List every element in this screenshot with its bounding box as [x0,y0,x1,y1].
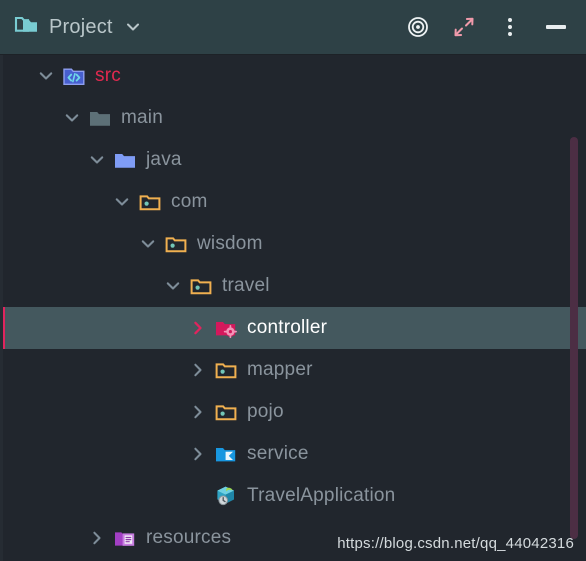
tree-row-wisdom[interactable]: wisdom [0,223,586,265]
minimize-icon[interactable] [544,15,568,39]
resource-root-icon [113,526,137,550]
source-root-folder-icon [62,64,86,88]
tree-row-src[interactable]: src [0,55,586,97]
tree-row-java[interactable]: java [0,139,586,181]
tree-row-service[interactable]: service [0,433,586,475]
options-kebab-icon[interactable] [498,15,522,39]
tool-window-toolbar [406,15,586,39]
tree-row-label: TravelApplication [247,485,396,506]
project-tool-window: Project src main java com wisdom travel … [0,0,586,561]
chevron-down-icon[interactable] [112,192,132,212]
tree-row-label: service [247,443,309,464]
chevron-down-icon[interactable] [36,66,56,86]
page-title: Project [49,15,113,38]
package-folder-icon [214,358,238,382]
tree-row-label: resources [146,527,232,548]
tree-row-label: wisdom [197,233,263,254]
collapse-all-icon[interactable] [452,15,476,39]
tool-window-title-group[interactable]: Project [0,13,144,42]
tree-row-label: controller [247,317,328,338]
chevron-right-icon[interactable] [87,528,107,548]
tree-row-travelapplication[interactable]: TravelApplication [0,475,586,517]
gray-folder-icon [88,106,112,130]
spring-boot-class-icon [214,484,238,508]
tree-row-com[interactable]: com [0,181,586,223]
tool-window-header: Project [0,0,586,55]
tree-row-label: src [95,65,121,86]
service-folder-icon [214,442,238,466]
vertical-scrollbar[interactable] [570,55,586,561]
chevron-down-icon[interactable] [62,108,82,128]
chevron-down-icon[interactable] [163,276,183,296]
package-folder-icon [164,232,188,256]
chevron-right-icon[interactable] [188,318,208,338]
chevron-down-icon[interactable] [138,234,158,254]
chevron-down-icon[interactable] [122,16,144,38]
scrollbar-thumb[interactable] [570,137,578,539]
blue-folder-icon [113,148,137,172]
tree-row-label: main [121,107,163,128]
tree-row-mapper[interactable]: mapper [0,349,586,391]
package-folder-icon [214,400,238,424]
chevron-right-icon[interactable] [188,360,208,380]
tree-row-label: travel [222,275,270,296]
tree-row-resources[interactable]: resources [0,517,586,559]
tree-left-edge [0,55,3,561]
tree-row-travel[interactable]: travel [0,265,586,307]
project-tree[interactable]: src main java com wisdom travel controller mapp… [0,55,586,561]
chevron-right-icon[interactable] [188,402,208,422]
tree-row-pojo[interactable]: pojo [0,391,586,433]
chevron-right-icon[interactable] [188,444,208,464]
chevron-down-icon[interactable] [87,150,107,170]
tree-row-controller[interactable]: controller [0,307,586,349]
package-folder-icon [138,190,162,214]
tree-row-label: pojo [247,401,284,422]
tree-row-label: mapper [247,359,313,380]
controller-package-icon [214,316,238,340]
tree-row-label: com [171,191,208,212]
locate-target-icon[interactable] [406,15,430,39]
tree-row-main[interactable]: main [0,97,586,139]
tree-row-label: java [146,149,182,170]
package-folder-icon [189,274,213,298]
project-folder-icon [14,13,40,42]
